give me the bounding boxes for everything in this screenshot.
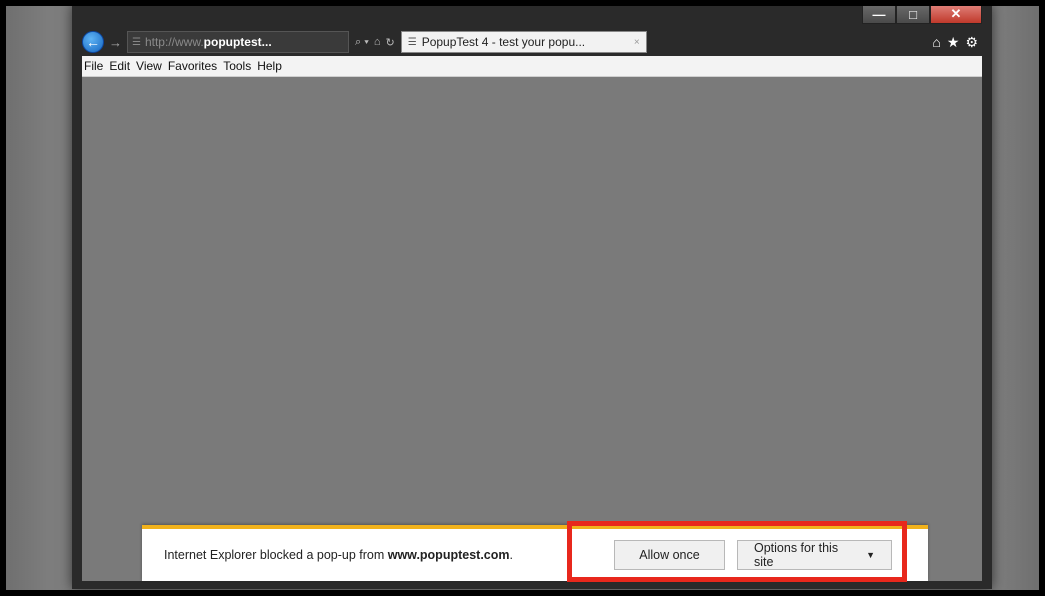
forward-arrow-icon[interactable]: → — [109, 35, 122, 50]
maximize-button[interactable]: □ — [896, 6, 930, 24]
notification-actions: Allow once Options for this site ▼ — [614, 540, 892, 570]
menu-view[interactable]: View — [133, 59, 165, 73]
desktop-background: — □ ✕ ← → ☰ http://www. popuptest... ⌕ ▾… — [6, 6, 1039, 590]
close-button[interactable]: ✕ — [930, 6, 982, 24]
options-label: Options for this site — [754, 541, 839, 569]
notification-domain: www.popuptest.com — [387, 548, 510, 562]
notification-message-prefix: Internet Explorer blocked a pop-up from — [164, 548, 388, 562]
options-for-this-site-button[interactable]: Options for this site ▼ — [737, 540, 892, 570]
search-dropdown-icon[interactable]: ⌕ ▾ — [355, 36, 369, 49]
notification-message-suffix: . — [509, 548, 513, 562]
navigation-row: ← → ☰ http://www. popuptest... ⌕ ▾ ⌂ ↻ ☰… — [82, 30, 982, 54]
toolbar-icons: ⌂ ★ ⚙ — [932, 34, 982, 51]
menu-bar: File Edit View Favorites Tools Help — [82, 56, 982, 77]
internet-explorer-window: — □ ✕ ← → ☰ http://www. popuptest... ⌕ ▾… — [72, 6, 992, 589]
menu-edit[interactable]: Edit — [106, 59, 133, 73]
tab-popuptest[interactable]: ☰ PopupTest 4 - test your popu... × — [400, 31, 647, 53]
popup-blocked-notification-bar: Internet Explorer blocked a pop-up from … — [142, 525, 928, 581]
address-bar[interactable]: ☰ http://www. popuptest... — [127, 31, 349, 53]
address-tools: ⌕ ▾ ⌂ ↻ — [355, 36, 395, 49]
back-arrow-icon[interactable]: ← — [82, 31, 104, 53]
url-domain: popuptest... — [203, 35, 272, 49]
page-content-area: Internet Explorer blocked a pop-up from … — [82, 77, 982, 581]
chevron-down-icon: ▼ — [866, 550, 875, 560]
menu-favorites[interactable]: Favorites — [165, 59, 220, 73]
favorites-star-icon[interactable]: ★ — [947, 34, 960, 51]
settings-gear-icon[interactable]: ⚙ — [965, 34, 978, 51]
menu-tools[interactable]: Tools — [220, 59, 254, 73]
menu-help[interactable]: Help — [254, 59, 285, 73]
page-icon: ☰ — [132, 36, 141, 48]
window-controls: — □ ✕ — [862, 6, 982, 26]
tab-title: PopupTest 4 - test your popu... — [421, 35, 586, 49]
notification-message: Internet Explorer blocked a pop-up from … — [164, 548, 513, 562]
minimize-button[interactable]: — — [862, 6, 896, 24]
allow-once-button[interactable]: Allow once — [614, 540, 725, 570]
home-icon[interactable]: ⌂ — [932, 34, 940, 50]
refresh-icon[interactable]: ↻ — [386, 36, 395, 49]
tab-close-icon[interactable]: × — [634, 37, 640, 48]
menu-file[interactable]: File — [82, 59, 106, 73]
url-prefix: http://www. — [144, 35, 204, 49]
compatibility-view-icon[interactable]: ⌂ — [374, 36, 381, 48]
tab-page-icon: ☰ — [407, 36, 417, 48]
